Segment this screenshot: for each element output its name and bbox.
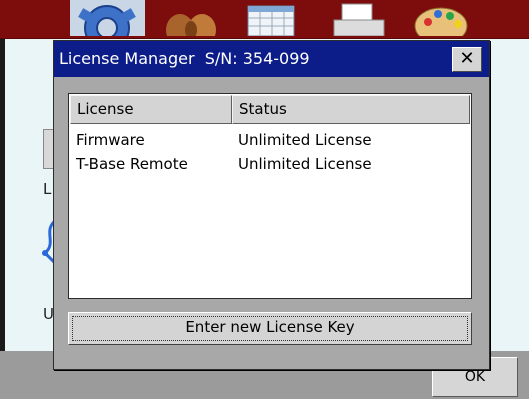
bg-label-l: L [43,180,52,198]
printer-icon[interactable] [330,0,390,37]
license-status: Unlimited License [238,131,372,149]
dialog-titlebar[interactable]: License Manager S/N: 354-099 ✕ [54,41,489,77]
list-row[interactable]: T-Base Remote Unlimited License [69,155,471,179]
license-status: Unlimited License [238,155,372,173]
palette-icon[interactable] [410,0,472,45]
calendar-icon[interactable] [240,0,300,37]
list-row[interactable]: Firmware Unlimited License [69,131,471,155]
enter-license-key-button[interactable]: Enter new License Key [68,312,472,345]
close-icon: ✕ [459,48,475,69]
gear-icon[interactable] [70,0,145,51]
app-toolbar [0,0,529,51]
column-header-status[interactable]: Status [232,95,470,124]
license-manager-dialog: License Manager S/N: 354-099 ✕ License S… [53,40,490,370]
license-name: T-Base Remote [76,155,188,173]
dialog-title: License Manager S/N: 354-099 [59,49,310,68]
list-header: License Status [70,95,470,124]
hands-icon[interactable] [160,0,222,46]
enter-license-key-label: Enter new License Key [185,318,355,336]
close-button[interactable]: ✕ [452,47,482,72]
license-name: Firmware [76,131,145,149]
column-header-license[interactable]: License [70,95,232,124]
license-list[interactable]: License Status Firmware Unlimited Licens… [68,93,472,299]
